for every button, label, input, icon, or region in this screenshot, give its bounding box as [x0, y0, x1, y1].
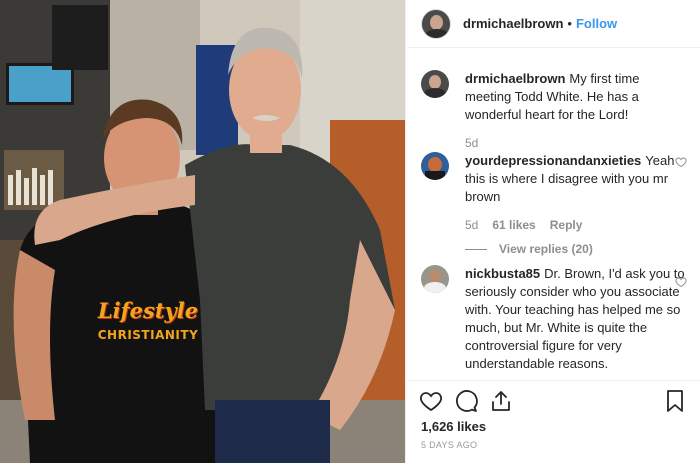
- avatar[interactable]: [421, 152, 449, 180]
- comment-username[interactable]: nickbusta85: [465, 266, 540, 281]
- share-icon[interactable]: [489, 389, 513, 413]
- avatar[interactable]: [421, 70, 449, 98]
- photo-scene: [0, 0, 405, 463]
- comments-list[interactable]: drmichaelbrown My first time meeting Todd…: [407, 49, 700, 379]
- view-replies-label: View replies (20): [499, 242, 593, 256]
- shirt-print-text: Lifestyle: [97, 298, 199, 323]
- comment-like-heart-icon[interactable]: [675, 156, 687, 168]
- comment-username[interactable]: yourdepressionandanxieties: [465, 153, 641, 168]
- post-side-panel: drmichaelbrown • Follow drmichaelbrown My…: [407, 0, 700, 463]
- comment-text-block: nickbusta85 Dr. Brown, I'd ask you to ser…: [465, 265, 687, 373]
- avatar[interactable]: [421, 265, 449, 293]
- post-likes-count[interactable]: 1,626 likes: [421, 419, 486, 434]
- post-header: drmichaelbrown • Follow: [407, 0, 700, 48]
- comment-meta: 5d: [465, 136, 687, 150]
- shirt-print-subtext: CHRISTIANITY: [97, 328, 199, 342]
- comment-age[interactable]: 5d: [465, 218, 478, 232]
- post-photo[interactable]: Lifestyle CHRISTIANITY: [0, 0, 406, 463]
- comment-likes[interactable]: 61 likes: [492, 218, 535, 232]
- comment-text-block: drmichaelbrown My first time meeting Todd…: [465, 70, 687, 124]
- comment-like-heart-icon[interactable]: [675, 276, 687, 288]
- reply-button[interactable]: Reply: [550, 218, 583, 232]
- bookmark-icon[interactable]: [663, 389, 687, 413]
- post-timestamp[interactable]: 5 DAYS AGO: [421, 440, 477, 450]
- author-username[interactable]: drmichaelbrown: [463, 16, 563, 31]
- replies-divider: [465, 248, 487, 250]
- comment-item: yourdepressionandanxieties Yeah this is w…: [421, 152, 687, 256]
- header-separator: •: [567, 16, 572, 31]
- comment-item: nickbusta85 Dr. Brown, I'd ask you to ser…: [421, 265, 687, 373]
- view-replies-button[interactable]: View replies (20): [465, 242, 687, 256]
- heart-icon[interactable]: [419, 389, 443, 413]
- author-avatar[interactable]: [421, 8, 451, 39]
- comment-text-block: yourdepressionandanxieties Yeah this is w…: [465, 152, 687, 206]
- caption-comment: drmichaelbrown My first time meeting Todd…: [421, 70, 687, 150]
- post-actions: [407, 380, 700, 420]
- comment-icon[interactable]: [454, 389, 478, 413]
- comment-age[interactable]: 5d: [465, 136, 478, 150]
- follow-button[interactable]: Follow: [576, 16, 617, 31]
- comment-username[interactable]: drmichaelbrown: [465, 71, 565, 86]
- comment-text: Dr. Brown, I'd ask you to seriously cons…: [465, 266, 685, 371]
- comment-meta: 5d 61 likes Reply: [465, 218, 687, 232]
